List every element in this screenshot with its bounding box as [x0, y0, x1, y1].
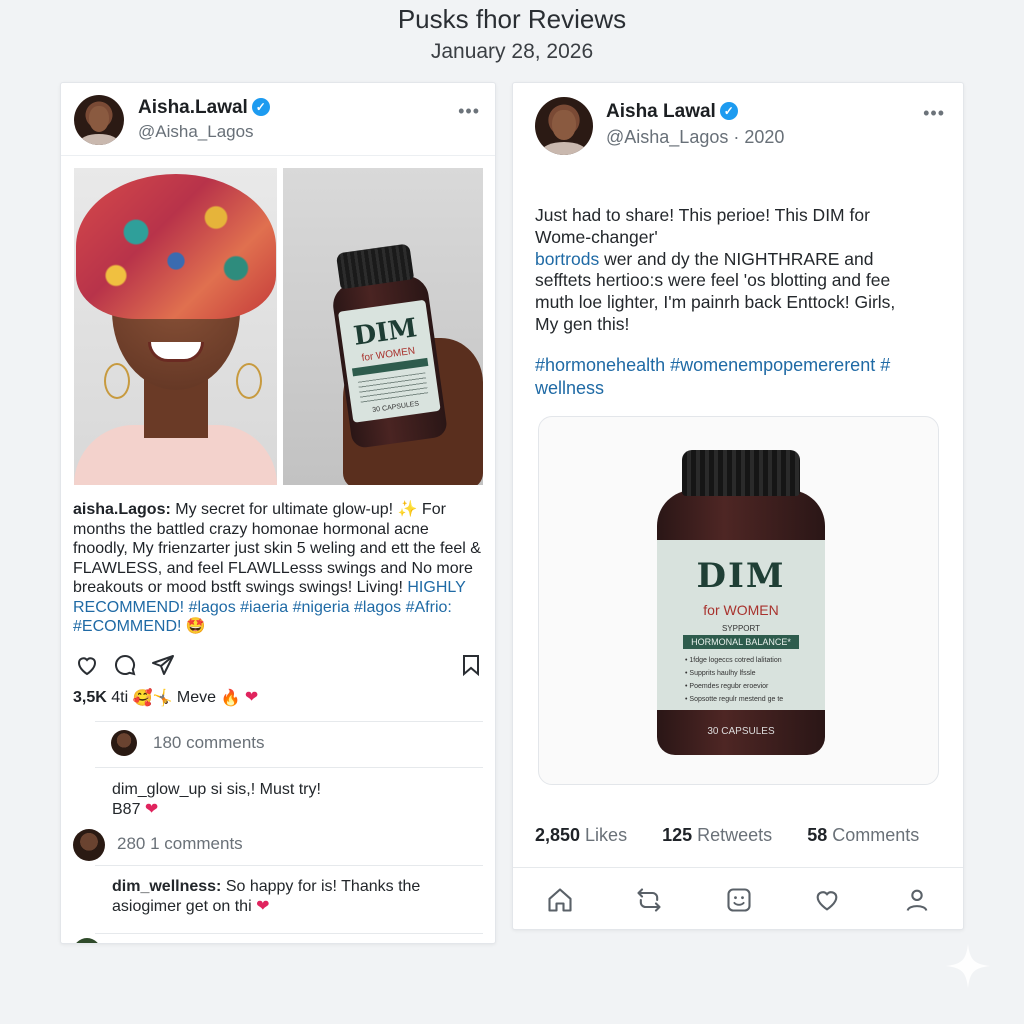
- profile-icon[interactable]: [903, 886, 931, 914]
- avatar[interactable]: [535, 97, 593, 155]
- share-icon[interactable]: [151, 653, 175, 677]
- more-icon[interactable]: •••: [923, 103, 945, 124]
- avatar[interactable]: [73, 829, 105, 861]
- comment-item: dim_wellness: So happy for is! Thanks th…: [95, 865, 483, 925]
- body-link[interactable]: bortrods: [535, 249, 599, 269]
- caption-username[interactable]: aisha.Lagos:: [73, 501, 171, 518]
- comment-icon[interactable]: [113, 653, 137, 677]
- page-date: January 28, 2026: [430, 40, 594, 63]
- avatar[interactable]: [73, 938, 101, 943]
- product-image[interactable]: DIM for WOMEN SYPPORT HORMONAL BALANCE* …: [538, 416, 939, 785]
- supplement-bottle: DIM for WOMEN SYPPORT HORMONAL BALANCE* …: [657, 450, 825, 755]
- retweets-count[interactable]: 125 Retweets: [662, 825, 772, 845]
- emoji-icon[interactable]: [725, 886, 753, 914]
- post-caption: aisha.Lagos: My secret for ultimate glow…: [73, 500, 485, 637]
- author-name[interactable]: Aisha Lawal ✓: [606, 101, 738, 123]
- avatar[interactable]: [111, 730, 137, 756]
- view-comments-link[interactable]: 280 1 comments: [117, 834, 243, 854]
- page-title: Pusks fhor Reviews: [397, 4, 627, 34]
- bottle-photo[interactable]: DIM for WOMEN 30 CAPSULES: [283, 168, 483, 485]
- verified-icon: ✓: [251, 98, 270, 116]
- twitter-post-card: Aisha Lawal ✓ @Aisha_Lagos · 2020 ••• Jus…: [512, 82, 964, 930]
- post-header: Aisha.Lawal ✓ @Aisha_Lagos •••: [61, 83, 495, 156]
- action-row: [73, 653, 483, 677]
- caption-emoji: 🤩: [185, 618, 206, 635]
- woman-photo[interactable]: [74, 168, 277, 485]
- view-comments-link[interactable]: 180 comments: [153, 733, 265, 753]
- author-name[interactable]: Aisha.Lawal ✓: [138, 97, 270, 119]
- heart-icon[interactable]: [75, 653, 99, 677]
- instagram-post-card: Aisha.Lawal ✓ @Aisha_Lagos ••• DIM for WO…: [60, 82, 496, 944]
- page-header: Pusks fhor Reviews January 28, 2026: [0, 4, 1024, 64]
- heart-icon: ❤: [144, 801, 159, 818]
- retweet-icon[interactable]: [635, 886, 663, 914]
- tweet-action-bar: [513, 867, 963, 929]
- likes-row[interactable]: 3,5K 4ti 🥰🤸 Meve 🔥 ❤: [73, 687, 258, 708]
- tweet-stats: 2,850 Likes 125 Retweets 58 Comments: [535, 825, 919, 846]
- tweet-body: Just had to share! This perioe! This DIM…: [535, 205, 896, 334]
- comments-section-1: 180 comments: [95, 721, 483, 765]
- bookmark-icon[interactable]: [459, 653, 483, 677]
- heart-icon[interactable]: [813, 886, 841, 914]
- home-icon[interactable]: [546, 886, 574, 914]
- comment-username[interactable]: dim_glow_up: [112, 781, 206, 798]
- more-icon[interactable]: •••: [458, 101, 480, 122]
- sparkle-icon: [946, 944, 990, 988]
- comment-username[interactable]: dim_wellness:: [112, 878, 221, 895]
- comment-item: dim_glow_up si sis,! Must try! B87 ❤: [95, 767, 483, 827]
- verified-icon: ✓: [719, 102, 738, 120]
- tweet-hashtags[interactable]: #hormonehealth #womenempopemererent # we…: [535, 354, 935, 399]
- comments-section-cut: [73, 933, 483, 943]
- heart-icon: ❤: [256, 898, 270, 915]
- heart-icon: ❤: [244, 689, 259, 706]
- avatar[interactable]: [74, 95, 124, 145]
- post-year: · 2020: [733, 127, 785, 147]
- author-handle[interactable]: @Aisha_Lagos · 2020: [606, 127, 784, 148]
- author-handle[interactable]: @Aisha_Lagos: [138, 122, 254, 142]
- likes-count[interactable]: 2,850 Likes: [535, 825, 627, 845]
- comments-count[interactable]: 58 Comments: [807, 825, 919, 845]
